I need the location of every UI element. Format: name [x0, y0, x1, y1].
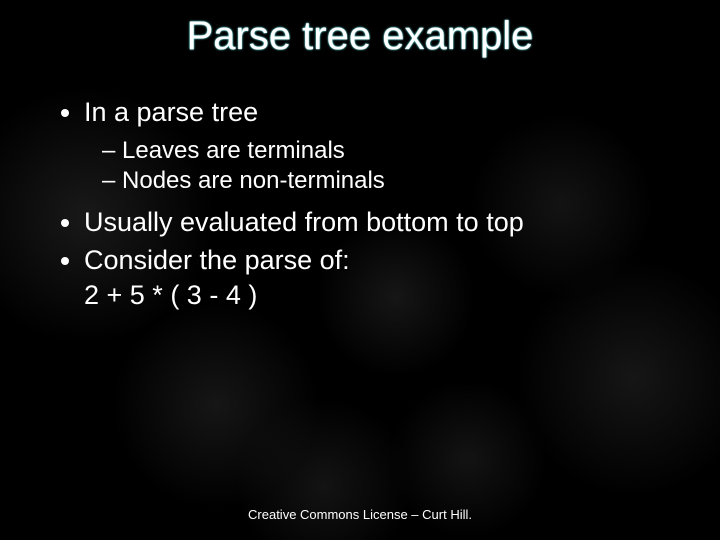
bullet-1-sublist: Leaves are terminals Nodes are non-termi…: [84, 136, 680, 196]
footer-text: Creative Commons License – Curt Hill.: [0, 507, 720, 522]
bullet-3-text: Consider the parse of:: [84, 245, 350, 275]
slide-title: Parse tree example: [0, 14, 720, 59]
bullet-1-sub-2: Nodes are non-terminals: [102, 166, 680, 196]
bullet-list: In a parse tree Leaves are terminals Nod…: [56, 96, 680, 313]
bullet-3-expression: 2 + 5 * ( 3 - 4 ): [84, 279, 680, 313]
slide: Parse tree example In a parse tree Leave…: [0, 0, 720, 540]
slide-body: In a parse tree Leaves are terminals Nod…: [56, 96, 680, 317]
bullet-2: Usually evaluated from bottom to top: [84, 206, 680, 240]
bullet-1: In a parse tree Leaves are terminals Nod…: [84, 96, 680, 196]
bullet-1-text: In a parse tree: [84, 97, 258, 127]
bullet-3: Consider the parse of: 2 + 5 * ( 3 - 4 ): [84, 244, 680, 314]
bullet-1-sub-1: Leaves are terminals: [102, 136, 680, 166]
